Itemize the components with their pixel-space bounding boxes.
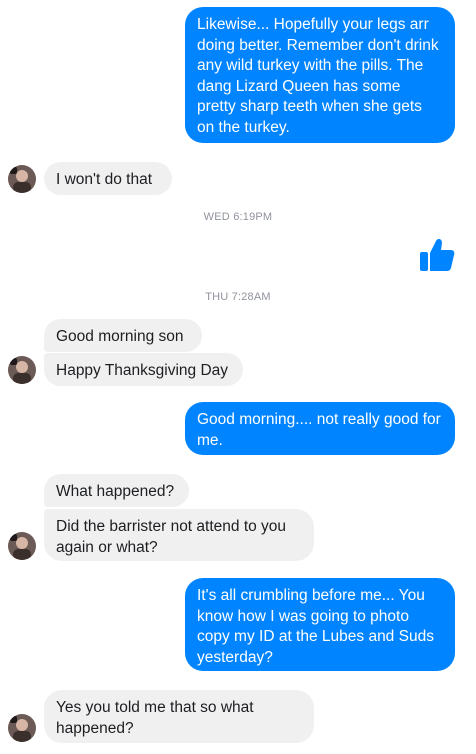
timestamp: WED 6:19PM	[203, 211, 273, 223]
timestamp: THU 7:28AM	[205, 291, 271, 303]
thumbs-up-icon[interactable]	[418, 236, 456, 279]
contact-avatar[interactable]	[8, 356, 36, 384]
incoming-message[interactable]: I won't do that	[44, 162, 172, 195]
incoming-message[interactable]: Yes you told me that so what happened?	[44, 690, 314, 743]
incoming-message[interactable]: Good morning son	[44, 319, 202, 352]
incoming-message[interactable]: Did the barrister not attend to you agai…	[44, 509, 314, 561]
incoming-message[interactable]: What happened?	[44, 474, 189, 507]
outgoing-message[interactable]: It's all crumbling before me... You know…	[185, 578, 455, 671]
contact-avatar[interactable]	[8, 532, 36, 560]
contact-avatar[interactable]	[8, 714, 36, 742]
outgoing-message[interactable]: Likewise... Hopefully your legs arr doin…	[185, 7, 455, 143]
incoming-message[interactable]: Happy Thanksgiving Day	[44, 353, 243, 386]
outgoing-message[interactable]: Good morning.... not really good for me.	[185, 402, 455, 455]
contact-avatar[interactable]	[8, 165, 36, 193]
